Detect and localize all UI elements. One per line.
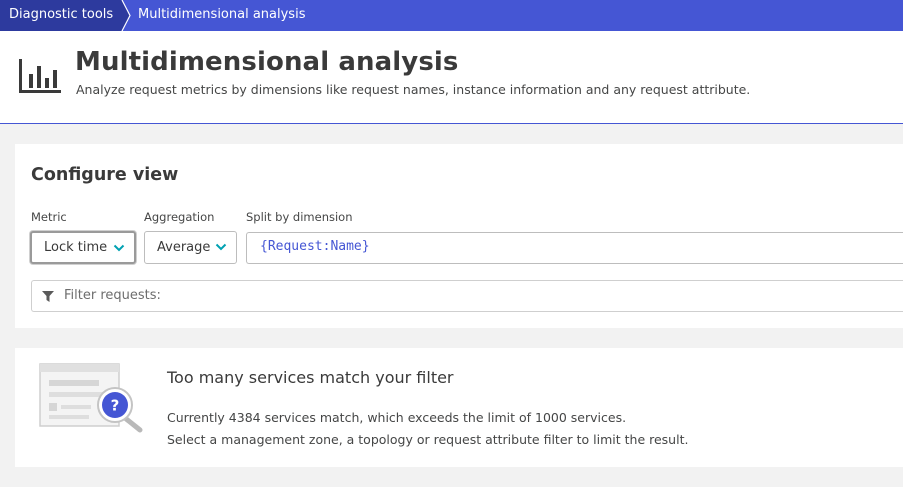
message-line: Select a management zone, a topology or … bbox=[167, 432, 689, 447]
chevron-down-icon bbox=[113, 244, 125, 252]
split-dimension-input[interactable]: {Request:Name} bbox=[246, 232, 903, 264]
configure-view-title: Configure view bbox=[31, 165, 179, 185]
page-title: Multidimensional analysis bbox=[75, 47, 459, 77]
configure-view-panel: Configure view Metric Aggregation Split … bbox=[15, 144, 903, 328]
filter-icon bbox=[42, 291, 54, 302]
svg-text:?: ? bbox=[111, 397, 120, 415]
page-subtitle: Analyze request metrics by dimensions li… bbox=[76, 82, 751, 97]
filter-placeholder: Filter requests: bbox=[64, 288, 161, 303]
metric-value: Lock time bbox=[44, 240, 108, 255]
message-line: Currently 4384 services match, which exc… bbox=[167, 410, 627, 425]
dimension-token[interactable]: {Request:Name} bbox=[260, 239, 370, 254]
message-title: Too many services match your filter bbox=[167, 368, 454, 387]
breadcrumb-item-diagnostic-tools[interactable]: Diagnostic tools bbox=[0, 0, 122, 31]
aggregation-select[interactable]: Average bbox=[144, 231, 237, 264]
metric-select[interactable]: Lock time bbox=[30, 231, 136, 264]
breadcrumb-item-multidimensional-analysis[interactable]: Multidimensional analysis bbox=[138, 0, 305, 31]
filter-requests-bar[interactable]: Filter requests: bbox=[31, 280, 903, 312]
breadcrumb-separator-icon bbox=[114, 0, 131, 31]
too-many-services-message: ? Too many services match your filter Cu… bbox=[15, 348, 903, 467]
metric-label: Metric bbox=[31, 210, 67, 224]
page-header: Multidimensional analysis Analyze reques… bbox=[0, 31, 903, 124]
breadcrumb: Diagnostic tools Multidimensional analys… bbox=[0, 0, 903, 31]
bar-chart-icon bbox=[19, 59, 61, 93]
aggregation-label: Aggregation bbox=[144, 210, 215, 224]
chevron-down-icon bbox=[215, 243, 227, 251]
search-document-illustration-icon: ? bbox=[39, 363, 143, 433]
aggregation-value: Average bbox=[157, 240, 211, 255]
split-dimension-label: Split by dimension bbox=[246, 210, 353, 224]
